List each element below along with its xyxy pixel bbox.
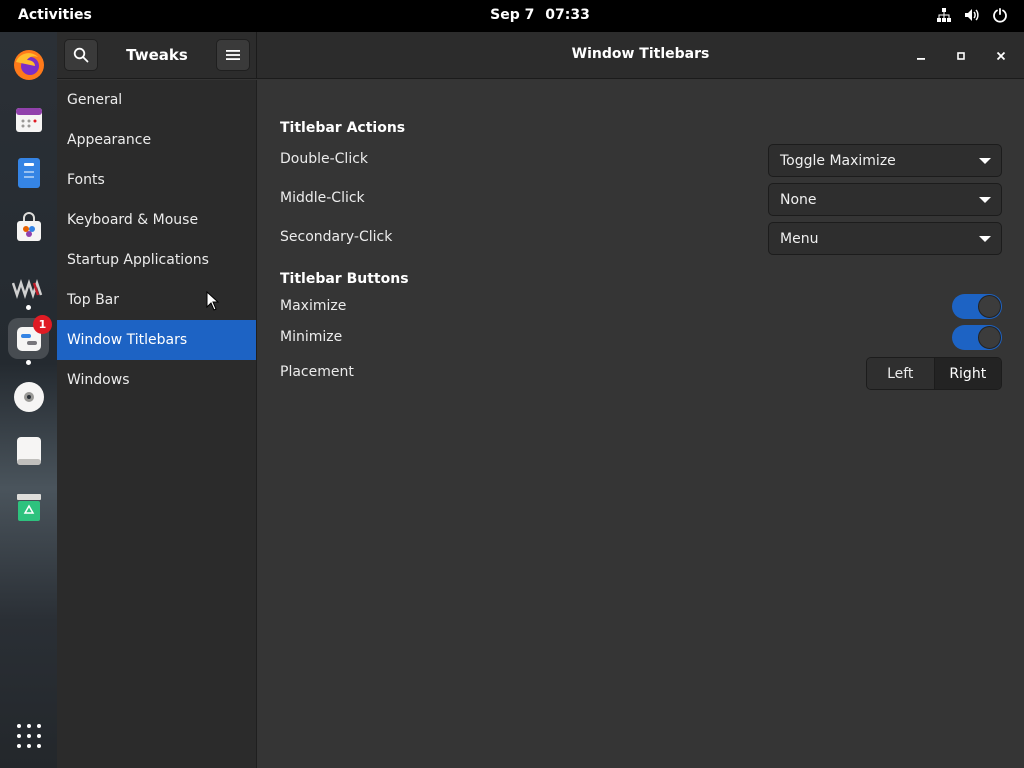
tweaks-launcher[interactable]: 1	[8, 315, 52, 359]
sidebar-item-general[interactable]: General	[57, 80, 256, 120]
calendar-launcher[interactable]	[8, 98, 49, 139]
software-launcher[interactable]	[8, 207, 49, 248]
show-apps-button[interactable]	[17, 724, 41, 748]
sidebar-item-label: Keyboard & Mouse	[67, 212, 199, 228]
maximize-label: Maximize	[280, 298, 347, 314]
sidebar-item-label: Windows	[67, 372, 130, 388]
disc-icon	[13, 381, 44, 412]
header-bar-left: Tweaks	[57, 32, 257, 79]
double-click-dropdown[interactable]: Toggle Maximize	[768, 144, 1002, 177]
sidebar-item-label: Top Bar	[67, 292, 120, 308]
notification-badge: 1	[33, 315, 52, 334]
minimize-toggle[interactable]	[952, 325, 1002, 350]
volume-icon	[965, 9, 979, 21]
sidebar-item-label: General	[67, 92, 123, 108]
section-title-titlebar-actions: Titlebar Actions	[280, 120, 406, 136]
trash-launcher[interactable]	[8, 486, 49, 527]
placement-label: Placement	[280, 364, 354, 380]
maximize-icon	[957, 52, 965, 60]
maximize-window-button[interactable]	[949, 44, 973, 68]
trash-icon	[16, 493, 41, 521]
search-icon	[73, 47, 89, 63]
firefox-icon	[13, 49, 44, 80]
sidebar-item-top-bar[interactable]: Top Bar	[57, 280, 256, 320]
clock-time: 07:33	[545, 7, 590, 23]
sidebar-item-appearance[interactable]: Appearance	[57, 120, 256, 160]
main-menu-button[interactable]	[216, 39, 250, 71]
document-icon	[17, 157, 40, 188]
running-indicator	[26, 305, 31, 310]
placement-segmented-control: Left Right	[866, 357, 1002, 390]
vm-icon	[11, 278, 42, 299]
double-click-label: Double-Click	[280, 151, 369, 167]
section-title-titlebar-buttons: Titlebar Buttons	[280, 271, 409, 287]
dropdown-arrow-icon	[979, 197, 991, 203]
header-bar: Tweaks Window Titlebars	[57, 32, 1024, 79]
maximize-toggle[interactable]	[952, 294, 1002, 319]
notes-launcher[interactable]	[8, 152, 49, 193]
minimize-label: Minimize	[280, 329, 343, 345]
sidebar-item-windows[interactable]: Windows	[57, 360, 256, 400]
top-bar: Activities Sep 7 07:33	[0, 0, 1024, 32]
secondary-click-dropdown[interactable]: Menu	[768, 222, 1002, 255]
double-click-value: Toggle Maximize	[780, 152, 896, 169]
drive-icon	[16, 436, 41, 465]
clock[interactable]: Sep 7 07:33	[0, 7, 1024, 23]
sidebar-item-label: Fonts	[67, 172, 105, 188]
middle-click-dropdown[interactable]: None	[768, 183, 1002, 216]
app-title: Tweaks	[126, 46, 188, 64]
sidebar-item-window-titlebars[interactable]: Window Titlebars	[57, 320, 256, 360]
placement-left-button[interactable]: Left	[867, 358, 934, 389]
search-button[interactable]	[64, 39, 98, 71]
sidebar-item-keyboard-mouse[interactable]: Keyboard & Mouse	[57, 200, 256, 240]
shopping-bag-icon	[16, 211, 41, 241]
running-indicator	[26, 360, 31, 365]
sidebar-item-label: Appearance	[67, 132, 152, 148]
close-icon	[996, 51, 1006, 61]
clock-date: Sep 7	[490, 7, 535, 23]
system-tray[interactable]	[936, 7, 1008, 23]
sidebar-item-label: Startup Applications	[67, 252, 209, 268]
dropdown-arrow-icon	[979, 236, 991, 242]
dropdown-arrow-icon	[979, 158, 991, 164]
network-icon	[937, 8, 951, 22]
sidebar: General Appearance Fonts Keyboard & Mous…	[57, 80, 257, 768]
disc-launcher[interactable]	[8, 376, 49, 417]
settings-panel: Titlebar Actions Double-Click Toggle Max…	[258, 80, 1024, 768]
calendar-icon	[15, 107, 42, 132]
placement-right-button[interactable]: Right	[933, 358, 1001, 389]
secondary-click-label: Secondary-Click	[280, 229, 393, 245]
mouse-pointer-icon	[206, 291, 220, 311]
dash-dock: 1	[0, 32, 57, 768]
middle-click-value: None	[780, 191, 817, 208]
secondary-click-value: Menu	[780, 230, 819, 247]
sidebar-item-label: Window Titlebars	[67, 332, 188, 348]
minimize-icon	[917, 58, 925, 60]
firefox-launcher[interactable]	[8, 44, 49, 85]
toggle-knob	[978, 295, 1001, 318]
power-icon	[993, 8, 1007, 23]
sidebar-item-fonts[interactable]: Fonts	[57, 160, 256, 200]
tweaks-window: Tweaks Window Titlebars General Appearan…	[57, 32, 1024, 768]
middle-click-label: Middle-Click	[280, 190, 365, 206]
drive-launcher[interactable]	[8, 430, 49, 471]
minimize-window-button[interactable]	[909, 44, 933, 68]
virtual-machine-launcher[interactable]	[8, 268, 49, 309]
sidebar-item-startup-applications[interactable]: Startup Applications	[57, 240, 256, 280]
close-window-button[interactable]	[989, 44, 1013, 68]
toggle-knob	[978, 326, 1001, 349]
hamburger-menu-icon	[226, 50, 240, 60]
